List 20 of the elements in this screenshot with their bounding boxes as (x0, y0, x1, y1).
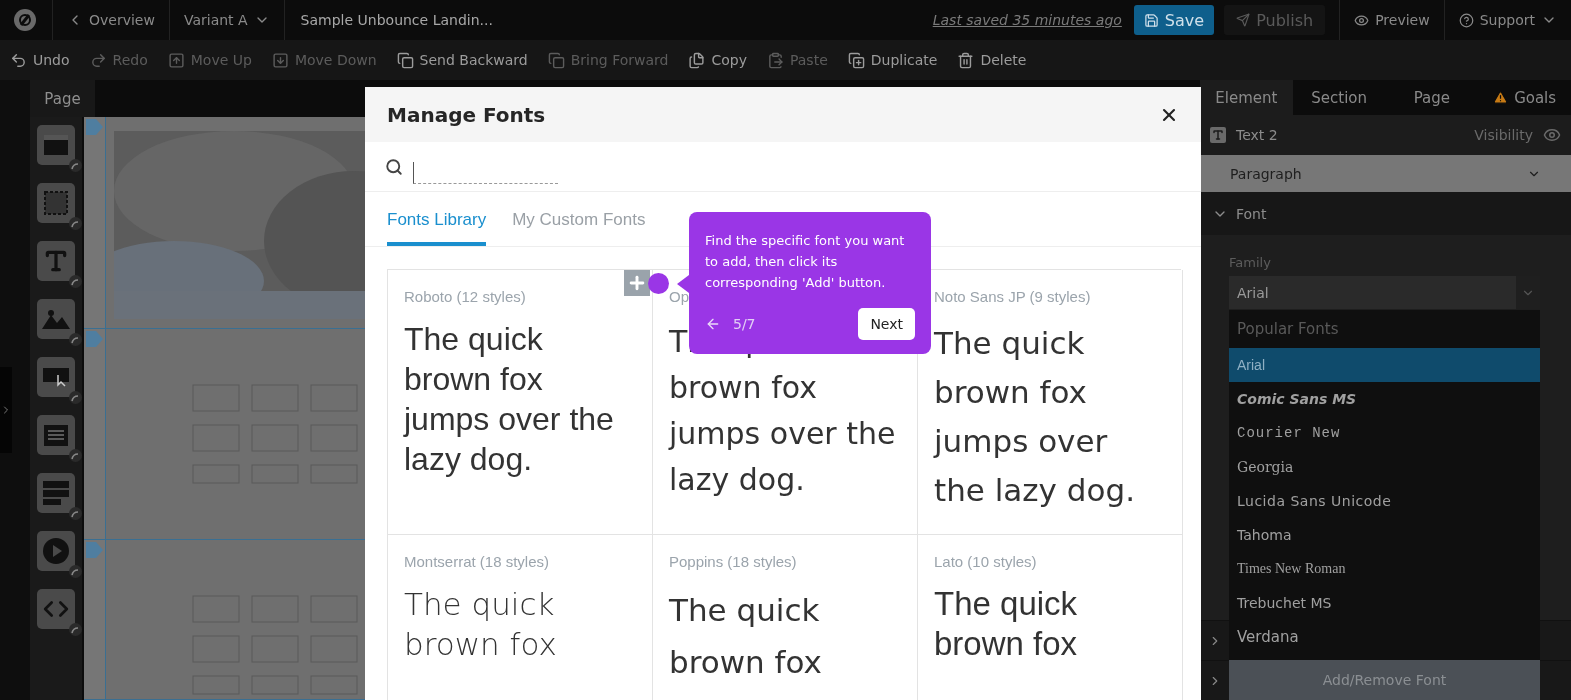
dropdown-header: Popular Fonts (1236, 319, 1340, 340)
font-name: Lato (10 styles) (934, 553, 1037, 570)
family-label: Family (1229, 255, 1272, 270)
style-value: Paragraph (1230, 165, 1302, 182)
font-sample: The quick brown fox (404, 585, 558, 664)
element-name: Text 2 (1236, 127, 1278, 143)
font-sample: The quick brown fox (669, 591, 823, 682)
font-name: Montserrat (18 styles) (404, 553, 550, 570)
font-sample: The quick brown fox jumps over the lazy dog. (404, 320, 615, 479)
visibility-label: Visibility (1474, 127, 1533, 143)
font-name: Poppins (18 styles) (669, 553, 797, 570)
step-counter: 5/7 (733, 316, 757, 332)
font-sample: The quick brown fox (934, 584, 1079, 664)
dialog-title: Manage Fonts (387, 102, 546, 127)
tooltip-text: Find the specific font you want to add, then click its corresponding 'Add' button. (705, 232, 906, 292)
font-sample: The quick brown fox jumps over the lazy dog. (934, 324, 1136, 510)
font-name: Op (669, 288, 689, 305)
family-value: Arial (1237, 284, 1269, 301)
font-name: Noto Sans JP (9 styles) (934, 288, 1091, 305)
font-name: Roboto (12 styles) (404, 288, 526, 305)
